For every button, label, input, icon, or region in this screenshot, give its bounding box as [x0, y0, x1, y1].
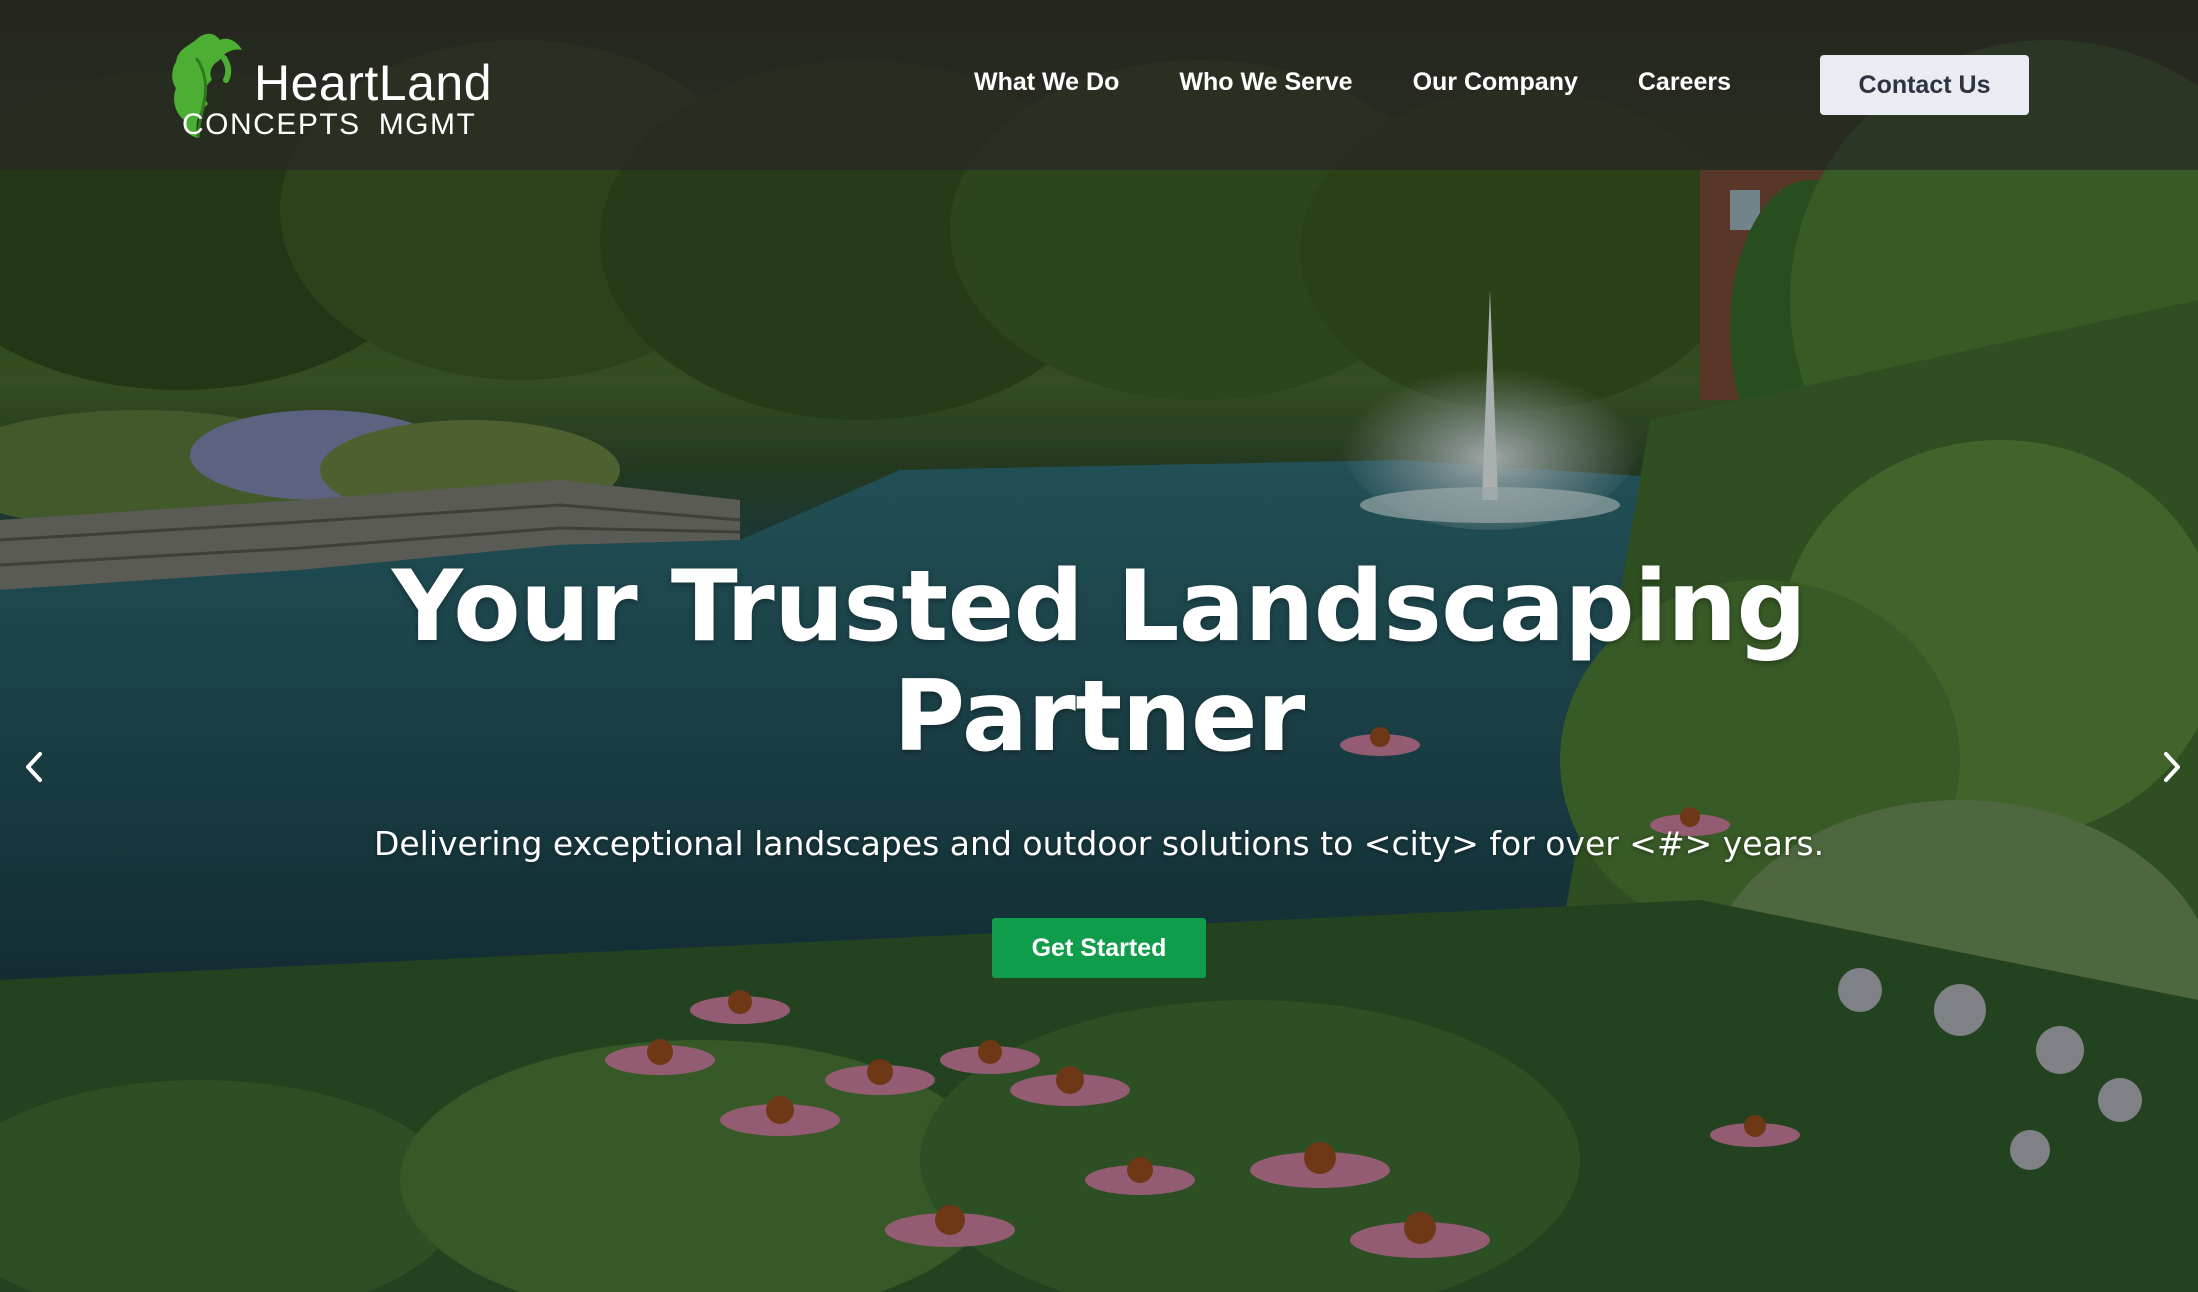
contact-us-button[interactable]: Contact Us	[1820, 55, 2029, 115]
logo-subtitle-left: CONCEPTS	[182, 108, 361, 141]
hero-slider: Your Trusted Landscaping Partner Deliver…	[0, 0, 2198, 1292]
chevron-right-icon	[2164, 752, 2180, 782]
logo-wordmark: HeartLand	[254, 55, 492, 111]
logo[interactable]: HeartLand CONCEPTS MGMT	[168, 28, 508, 146]
nav-item-careers[interactable]: Careers	[1638, 68, 1731, 97]
chevron-left-icon	[26, 752, 42, 782]
hero-title: Your Trusted Landscaping Partner	[0, 552, 2198, 772]
nav-item-who-we-serve[interactable]: Who We Serve	[1179, 68, 1352, 97]
nav-item-what-we-do[interactable]: What We Do	[974, 68, 1119, 97]
hero-title-line-2: Partner	[893, 660, 1305, 774]
slider-next-button[interactable]	[2150, 745, 2194, 789]
hero-subtitle: Delivering exceptional landscapes and ou…	[373, 824, 1825, 863]
main-nav: What We Do Who We Serve Our Company Care…	[974, 68, 1731, 97]
get-started-button[interactable]: Get Started	[992, 918, 1206, 978]
slider-prev-button[interactable]	[12, 745, 56, 789]
nav-item-our-company[interactable]: Our Company	[1413, 68, 1578, 97]
hero-title-line-1: Your Trusted Landscaping	[391, 550, 1807, 664]
site-header: HeartLand CONCEPTS MGMT What We Do Who We…	[0, 0, 2198, 170]
logo-subtitle-right: MGMT	[378, 108, 477, 141]
logo-subtitle: CONCEPTS MGMT	[182, 108, 476, 142]
